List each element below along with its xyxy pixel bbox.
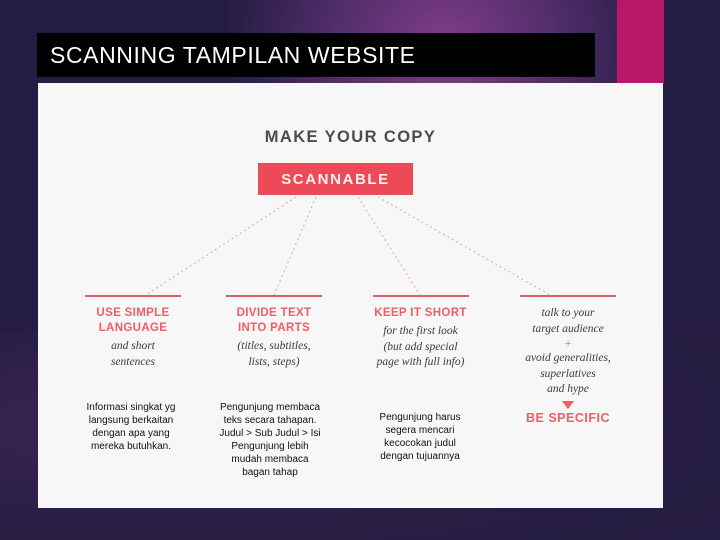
column-divide-text-into-parts: DIVIDE TEXT INTO PARTS (titles, subtitle…: [198, 295, 350, 370]
column-subtitle: for the first look (but add special page…: [348, 324, 493, 371]
column-use-simple-language: USE SIMPLE LANGUAGE and short sentences: [68, 295, 198, 370]
note-line: dengan tujuannya: [380, 451, 460, 462]
column-subtitle: and short sentences: [68, 339, 198, 370]
be-specific-label: BE SPECIFIC: [526, 410, 610, 425]
note-line: segera mencari: [385, 425, 455, 436]
slide: SCANNING TAMPILAN WEBSITE MAKE YOUR COPY…: [0, 0, 720, 540]
note-annotation-1: Informasi singkat yg langsung berkaitan …: [56, 401, 206, 453]
scannable-badge-label: SCANNABLE: [281, 170, 390, 188]
column-title-line2: LANGUAGE: [98, 322, 168, 334]
column-subtitle-line1: for the first look: [383, 325, 458, 337]
note-line: Pengunjung membaca: [219, 402, 321, 413]
down-triangle-icon: [562, 400, 574, 409]
column-subtitle: talk to your target audience: [493, 306, 643, 337]
note-annotation-2: Pengunjung membaca teks secara tahapan. …: [190, 401, 350, 479]
column-subtitle-line3: page with full info): [376, 356, 465, 368]
column-title-line1: DIVIDE TEXT: [236, 307, 312, 319]
column-rule: [226, 295, 322, 297]
note-line: teks secara tahapan.: [223, 415, 317, 426]
note-line: Judul > Sub Judul > Isi: [219, 428, 321, 439]
note-line: Pengunjung lebih: [231, 441, 309, 452]
column-plus-symbol: +: [564, 338, 572, 350]
note-annotation-3: Pengunjung harus segera mencari kecocoka…: [346, 411, 494, 463]
column-title-line1: KEEP IT SHORT: [374, 307, 467, 319]
note-line: Pengunjung harus: [379, 412, 461, 423]
note-line: dengan apa yang: [92, 428, 170, 439]
note-line: mudah membaca: [231, 454, 309, 465]
column-subtitle-line2: lists, steps): [248, 355, 300, 368]
column-be-specific: talk to your target audience + avoid gen…: [493, 295, 643, 425]
column-subtitle-line2: target audience: [532, 322, 604, 335]
column-title-line1: USE SIMPLE: [96, 307, 170, 319]
column-subtitle-line2: (but add special: [383, 340, 458, 353]
column-rule: [372, 295, 469, 297]
column-title: DIVIDE TEXT INTO PARTS: [198, 306, 350, 336]
column-title-line2: INTO PARTS: [237, 322, 311, 334]
column-subtitle-line1: (titles, subtitles,: [237, 340, 311, 352]
page-title: SCANNING TAMPILAN WEBSITE: [50, 41, 416, 68]
note-line: mereka butuhkan.: [90, 441, 172, 452]
note-line: bagan tahap: [242, 467, 298, 478]
column-rule: [520, 295, 616, 297]
column-subtitle-secondary: avoid generalities, superlatives and hyp…: [493, 351, 643, 398]
column-rule: [85, 295, 181, 297]
column-title: USE SIMPLE LANGUAGE: [68, 306, 198, 336]
magenta-accent-bar: [617, 0, 664, 84]
column-title: KEEP IT SHORT: [348, 306, 493, 321]
column-keep-it-short: KEEP IT SHORT for the first look (but ad…: [348, 295, 493, 371]
column-subtitle-line5: and hype: [547, 383, 589, 395]
column-subtitle-line1: talk to your: [541, 307, 595, 319]
column-subtitle-line3: avoid generalities,: [525, 352, 611, 364]
infographic-heading: MAKE YOUR COPY: [264, 128, 437, 146]
note-line: kecocokan judul: [384, 438, 456, 449]
note-line: Informasi singkat yg: [86, 402, 176, 413]
column-subtitle-line1: and short: [111, 340, 155, 352]
note-line: langsung berkaitan: [88, 415, 174, 426]
column-subtitle: (titles, subtitles, lists, steps): [198, 339, 350, 370]
content-card: MAKE YOUR COPY SCANNABLE USE SIMPLE LANG…: [38, 83, 663, 508]
column-subtitle-line2: sentences: [110, 355, 156, 368]
column-subtitle-line4: superlatives: [540, 367, 596, 380]
scannable-badge: SCANNABLE: [258, 163, 413, 195]
slide-title-bar: SCANNING TAMPILAN WEBSITE: [37, 33, 595, 77]
